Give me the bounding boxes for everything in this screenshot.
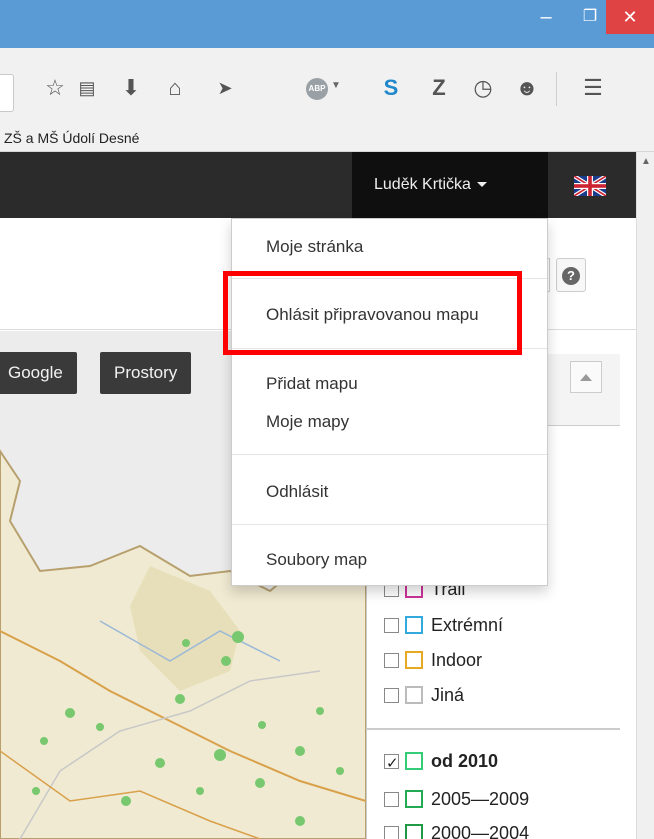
minimize-button[interactable]: – [524, 0, 568, 34]
filter-label: 2000—2004 [431, 823, 530, 839]
download-icon[interactable]: ⬇ [116, 73, 146, 103]
filter-year-2000[interactable]: 2000—2004 [384, 818, 529, 839]
s-icon[interactable]: S [376, 73, 406, 103]
collapse-panel-button[interactable] [570, 361, 602, 393]
filter-label: Indoor [431, 650, 483, 670]
checkbox[interactable] [384, 826, 399, 839]
help-button[interactable]: ? [556, 258, 586, 292]
filter-type-indoor[interactable]: Indoor [384, 645, 482, 675]
filter-year-2005[interactable]: 2005—2009 [384, 784, 529, 814]
checkbox[interactable] [384, 618, 399, 633]
toolbar-separator [556, 72, 557, 106]
prostory-button[interactable]: Prostory [100, 352, 192, 394]
scroll-up-icon[interactable]: ▲ [641, 156, 651, 167]
color-swatch [405, 651, 423, 669]
filter-type-jina[interactable]: Jiná [384, 680, 464, 710]
menu-item-soubory-map[interactable]: Soubory map [266, 550, 367, 570]
checkbox[interactable] [384, 792, 399, 807]
color-swatch [405, 686, 423, 704]
filter-label: od 2010 [431, 751, 499, 771]
bookmark-item[interactable]: ZŠ a MŠ Údolí Desné [4, 130, 139, 146]
user-name: Luděk Krtička [374, 176, 471, 193]
caret-down-icon [476, 182, 487, 188]
help-icon: ? [562, 267, 580, 285]
close-button[interactable]: ✕ [606, 0, 654, 34]
home-icon[interactable]: ⌂ [160, 73, 190, 103]
z-icon[interactable]: Z [424, 73, 454, 103]
filter-label: Extrémní [431, 615, 504, 635]
send-icon[interactable]: ➤ [210, 73, 240, 103]
menu-divider [232, 524, 547, 525]
checkbox[interactable] [384, 653, 399, 668]
reader-icon[interactable]: ▤ [72, 73, 102, 103]
google-button[interactable]: Google [0, 352, 77, 394]
bookmarks-bar: ZŠ a MŠ Údolí Desné [0, 124, 654, 152]
page-scrollbar[interactable] [636, 152, 654, 839]
filter-divider [366, 728, 620, 730]
site-header: Luděk Krtička [0, 152, 636, 218]
menu-divider [232, 454, 547, 455]
menu-item-moje-mapy[interactable]: Moje mapy [266, 412, 349, 432]
filter-year-2010[interactable]: od 2010 [384, 746, 499, 779]
filter-type-extremni[interactable]: Extrémní [384, 610, 503, 640]
menu-icon[interactable]: ☰ [578, 73, 608, 103]
filter-label: Jiná [431, 685, 465, 705]
menu-item-pridat-mapu[interactable]: Přidat mapu [266, 374, 358, 394]
checkbox[interactable] [384, 688, 399, 703]
checkbox[interactable] [384, 749, 399, 779]
adblock-icon[interactable]: ABP [306, 78, 328, 100]
chat-icon[interactable]: ☻ [512, 73, 542, 103]
color-swatch [405, 616, 423, 634]
chevron-down-icon[interactable]: ▼ [331, 80, 341, 91]
menu-item-moje-stranka[interactable]: Moje stránka [266, 237, 363, 257]
history-icon[interactable]: ◷ [468, 73, 498, 103]
uk-flag-icon[interactable] [574, 176, 606, 196]
url-bar[interactable] [0, 74, 14, 112]
color-swatch [405, 790, 423, 808]
filter-label: 2005—2009 [431, 789, 530, 809]
menu-item-odhlasit[interactable]: Odhlásit [266, 482, 328, 502]
star-icon[interactable]: ☆ [40, 73, 70, 103]
color-swatch [405, 752, 423, 770]
color-swatch [405, 824, 423, 839]
user-menu-button[interactable]: Luděk Krtička [352, 152, 548, 218]
highlight-box [223, 271, 522, 355]
